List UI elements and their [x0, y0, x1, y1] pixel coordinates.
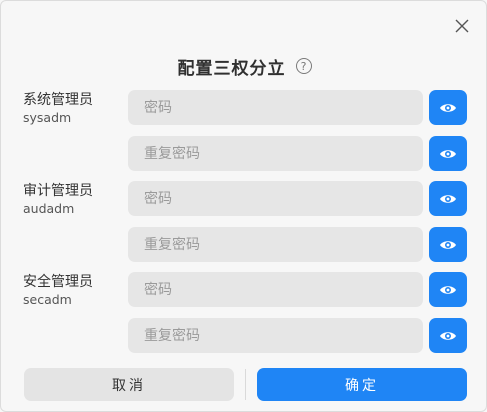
- button-divider: [245, 369, 246, 400]
- group-name-audadm: 审计管理员: [23, 183, 93, 199]
- secadm-repeat-password-input[interactable]: [142, 326, 409, 345]
- dialog-header: 配置三权分立 ?: [1, 51, 487, 81]
- close-button[interactable]: [450, 14, 474, 38]
- confirm-button[interactable]: 确定: [257, 368, 467, 401]
- group-id-sysadm: sysadm: [23, 110, 72, 125]
- audadm-repeat-toggle-button[interactable]: [429, 227, 467, 262]
- cancel-button[interactable]: 取消: [24, 368, 234, 401]
- eye-icon: [440, 285, 456, 294]
- audadm-password-toggle-button[interactable]: [429, 181, 467, 216]
- sysadm-repeat-toggle-button[interactable]: [429, 136, 467, 171]
- sysadm-repeat-password-field[interactable]: [128, 136, 423, 171]
- dialog-title: 配置三权分立: [177, 58, 286, 79]
- close-icon: [455, 19, 469, 33]
- secadm-password-input[interactable]: [142, 280, 409, 299]
- eye-icon: [440, 149, 456, 158]
- group-name-sysadm: 系统管理员: [23, 92, 93, 108]
- audadm-repeat-password-field[interactable]: [128, 227, 423, 262]
- group-secadm: 安全管理员 secadm: [23, 273, 93, 309]
- audadm-password-field[interactable]: [128, 181, 423, 216]
- sysadm-password-toggle-button[interactable]: [429, 90, 467, 125]
- help-icon[interactable]: ?: [295, 58, 312, 74]
- group-id-secadm: secadm: [23, 292, 72, 307]
- audadm-password-input[interactable]: [142, 189, 409, 208]
- sysadm-password-input[interactable]: [142, 98, 409, 117]
- sysadm-repeat-password-input[interactable]: [142, 144, 409, 163]
- secadm-password-toggle-button[interactable]: [429, 272, 467, 307]
- group-name-secadm: 安全管理员: [23, 274, 93, 290]
- eye-icon: [440, 194, 456, 203]
- config-dialog: 配置三权分立 ? 系统管理员 sysadm 审计管理员 audadm 安全管理员…: [0, 0, 487, 412]
- eye-icon: [440, 331, 456, 340]
- group-audadm: 审计管理员 audadm: [23, 182, 93, 218]
- secadm-password-field[interactable]: [128, 272, 423, 307]
- eye-icon: [440, 103, 456, 112]
- group-id-audadm: audadm: [23, 201, 75, 216]
- audadm-repeat-password-input[interactable]: [142, 235, 409, 254]
- group-sysadm: 系统管理员 sysadm: [23, 91, 93, 127]
- secadm-repeat-toggle-button[interactable]: [429, 318, 467, 353]
- sysadm-password-field[interactable]: [128, 90, 423, 125]
- eye-icon: [440, 240, 456, 249]
- secadm-repeat-password-field[interactable]: [128, 318, 423, 353]
